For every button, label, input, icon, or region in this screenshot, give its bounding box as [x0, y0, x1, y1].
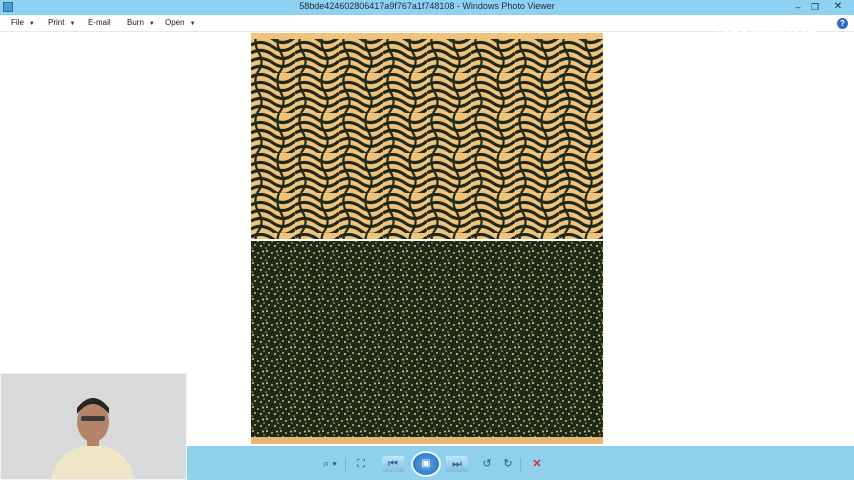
menu-file-label: File [11, 18, 24, 27]
menu-print[interactable]: Print ▼ [48, 18, 75, 27]
animal-print-image [251, 33, 603, 444]
menu-email[interactable]: E-mail [88, 18, 111, 27]
close-button[interactable]: ✕ [828, 0, 848, 15]
displayed-photo[interactable] [251, 33, 603, 444]
delete-icon[interactable]: ✕ [528, 456, 546, 472]
zoom-icon[interactable]: ⌕ ▾ [317, 456, 343, 472]
chevron-down-icon: ▼ [189, 21, 196, 27]
slideshow-icon[interactable]: ▣ [411, 451, 441, 477]
menu-burn[interactable]: Burn ▼ [127, 18, 155, 27]
menu-burn-label: Burn [127, 18, 144, 27]
title-bar: 58bde424602806417a9f767a1f748108 - Windo… [0, 0, 854, 15]
menu-print-label: Print [48, 18, 65, 27]
menu-file[interactable]: File ▼ [11, 18, 35, 27]
menu-open[interactable]: Open ▼ [165, 18, 196, 27]
help-icon[interactable]: ? [837, 18, 848, 29]
rotate-counterclockwise-icon[interactable]: ↺ [478, 456, 496, 472]
actual-size-icon[interactable]: ⛶ [352, 456, 370, 472]
webcam-overlay [0, 373, 187, 480]
maximize-button[interactable]: ❐ [805, 0, 825, 15]
menu-email-label: E-mail [88, 18, 111, 27]
toolbar-divider [520, 458, 521, 472]
chevron-down-icon: ▼ [28, 21, 35, 27]
window-title: 58bde424602806417a9f767a1f748108 - Windo… [299, 1, 555, 11]
previous-icon[interactable]: ⏮ [382, 456, 404, 472]
menu-open-label: Open [165, 18, 185, 27]
chevron-down-icon: ▼ [148, 21, 155, 27]
chevron-down-icon: ▼ [69, 21, 76, 27]
next-icon[interactable]: ⏭ [446, 456, 468, 472]
toolbar-divider [345, 458, 346, 472]
rotate-clockwise-icon[interactable]: ↻ [499, 456, 517, 472]
bottom-toolbar: ⌕ ▾ ⛶ ⏮ ▣ ⏭ ↺ ↻ ✕ [187, 446, 854, 480]
presenter-video [1, 374, 186, 479]
